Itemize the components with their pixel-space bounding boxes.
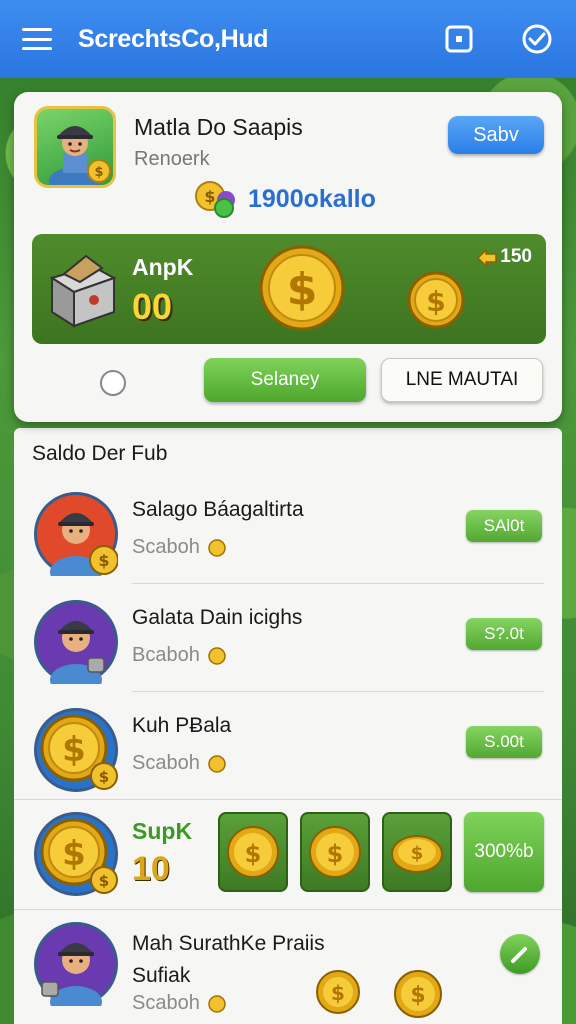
- balance-row: $ 1900okallo: [194, 178, 376, 220]
- svg-text:$: $: [98, 551, 109, 570]
- square-icon[interactable]: [442, 22, 476, 56]
- item-subtitle-text: Scaboh: [132, 536, 200, 558]
- item-action-button[interactable]: S?.0t: [466, 618, 542, 650]
- list-header: Saldo Der Fub: [32, 442, 168, 465]
- promo-row: $ $ SupK 10 $ $ $ 300%b: [14, 800, 562, 910]
- item-subtitle-text: Bcaboh: [132, 644, 200, 666]
- item-action-button[interactable]: S.00t: [466, 726, 542, 758]
- svg-text:$: $: [327, 840, 344, 868]
- gold-arrow-icon: [477, 248, 498, 268]
- list-item[interactable]: $ $ Kuh PɃala Scaboh S.00t: [14, 692, 562, 800]
- promo-count: 10: [132, 850, 170, 888]
- svg-text:$: $: [426, 285, 445, 318]
- svg-text:$: $: [245, 840, 262, 868]
- avatar: [34, 600, 118, 684]
- item-subtitle: Scaboh: [132, 752, 226, 775]
- worker-character-icon: [50, 621, 105, 684]
- coin-icon: $: [316, 970, 360, 1014]
- svg-text:$: $: [331, 981, 345, 1005]
- reward-label: AnpK: [132, 254, 194, 280]
- app-header: ScrechtsCo,Hud: [0, 0, 576, 78]
- worker-character-icon: $: [50, 513, 118, 576]
- small-coin-icon: $: [407, 271, 465, 329]
- svg-text:$: $: [62, 730, 86, 770]
- hamburger-menu-icon[interactable]: [22, 28, 52, 50]
- coin-icon: $ $: [40, 818, 118, 894]
- svg-text:$: $: [204, 187, 215, 206]
- item-title-line1: Mah SurathKe Praiis: [132, 932, 325, 955]
- divider: [14, 909, 562, 910]
- balance-amount: 1900okallo: [248, 184, 376, 213]
- coin-icon: $: [391, 835, 443, 873]
- player-subtitle: Renoerk: [134, 148, 210, 170]
- avatar: $: [34, 492, 118, 576]
- item-title: Kuh PɃala: [132, 714, 232, 737]
- coin-stack-icon: $: [195, 181, 235, 218]
- mini-coin-icon: [208, 754, 226, 773]
- mini-coin-icon: [208, 538, 226, 557]
- reward-panel: AnpK 00 $ $ 150: [32, 234, 546, 344]
- list-item[interactable]: $ Salago Báagaltirta Scaboh SAl0t: [14, 476, 562, 584]
- svg-text:$: $: [94, 165, 103, 180]
- avatar: $ $: [34, 812, 118, 896]
- player-avatar: $: [34, 106, 116, 188]
- player-name: Matla Do Saapis: [134, 114, 303, 140]
- select-radio[interactable]: [100, 370, 126, 396]
- svg-text:$: $: [411, 843, 424, 864]
- item-title: Salago Báagaltirta: [132, 498, 304, 521]
- select-button[interactable]: Selaney: [204, 358, 366, 402]
- item-action-button[interactable]: SAl0t: [466, 510, 542, 542]
- worker-character-icon: $: [49, 126, 111, 185]
- avatar: $ $: [34, 708, 118, 792]
- coin-icon: $: [394, 970, 442, 1018]
- secondary-button[interactable]: LNE MAUTAI: [381, 358, 543, 402]
- reward-bonus-value: 150: [500, 246, 532, 267]
- coin-icon: $: [227, 826, 279, 878]
- app-title: ScrechtsCo,Hud: [78, 24, 269, 53]
- coin-tile[interactable]: $: [300, 812, 370, 892]
- edit-button[interactable]: [500, 934, 540, 974]
- reward-bonus: 150: [476, 246, 532, 268]
- svg-text:$: $: [287, 264, 318, 315]
- coin-icon: $ $: [40, 714, 118, 790]
- coin-icon: $: [309, 826, 361, 878]
- item-title-line2: Sufiak: [132, 964, 191, 987]
- large-coin-icon: $: [259, 245, 345, 331]
- coin-tile[interactable]: $: [218, 812, 288, 892]
- check-circle-icon[interactable]: [520, 22, 554, 56]
- item-subtitle: Bcaboh: [132, 644, 226, 667]
- list-panel: Saldo Der Fub $ Salago Báagaltirta Scabo…: [14, 428, 562, 1024]
- worker-character-icon: [41, 943, 102, 1006]
- item-subtitle-text: Scaboh: [132, 992, 200, 1014]
- item-subtitle: Scaboh: [132, 992, 226, 1015]
- reward-count: 00: [132, 286, 173, 327]
- promo-percent-button[interactable]: 300%b: [464, 812, 544, 892]
- mini-coin-icon: [208, 994, 226, 1013]
- svg-text:$: $: [410, 983, 425, 1008]
- pencil-icon: [511, 947, 527, 963]
- item-title: Mah SurathKe Praiis Sufiak: [132, 928, 325, 992]
- svg-text:$: $: [99, 872, 109, 890]
- item-title: Galata Dain icighs: [132, 606, 303, 629]
- coin-tile[interactable]: $: [382, 812, 452, 892]
- promo-label: SupK: [132, 818, 193, 844]
- item-subtitle: Scaboh: [132, 536, 226, 559]
- treasure-chest-icon: [49, 254, 117, 328]
- svg-text:$: $: [99, 768, 109, 786]
- mini-coin-icon: [208, 646, 226, 665]
- item-subtitle-text: Scaboh: [132, 752, 200, 774]
- list-item[interactable]: Mah SurathKe Praiis Sufiak Scaboh $ $: [14, 912, 562, 1024]
- list-item[interactable]: Galata Dain icighs Bcaboh S?.0t: [14, 584, 562, 692]
- avatar: [34, 922, 118, 1006]
- profile-card: $ Matla Do Saapis Renoerk Sabv $ 1900oka…: [14, 92, 562, 422]
- svg-text:$: $: [62, 834, 86, 874]
- save-button[interactable]: Sabv: [448, 116, 544, 154]
